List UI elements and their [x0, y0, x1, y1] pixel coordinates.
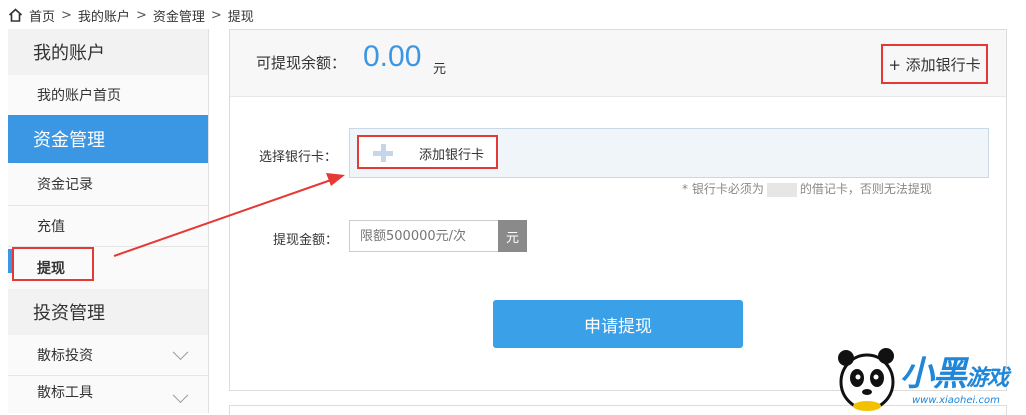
balance-bar: 可提现余额： 0.00 元 + 添加银行卡: [230, 30, 1006, 97]
breadcrumb-fund-management[interactable]: 资金管理: [153, 6, 205, 25]
breadcrumb-separator: >: [210, 7, 222, 23]
apply-withdraw-button[interactable]: 申请提现: [493, 300, 743, 348]
amount-label: 提现金额：: [273, 233, 339, 248]
balance-label: 可提现余额：: [256, 54, 347, 72]
sidebar-item-label: 散标工具: [37, 385, 93, 401]
chevron-down-icon: [172, 344, 189, 361]
breadcrumb-separator: >: [61, 7, 72, 23]
sidebar-item-loan-tools[interactable]: 散标工具: [8, 376, 208, 413]
breadcrumb-separator: >: [135, 7, 147, 23]
bank-card-selector: 添加银行卡: [349, 128, 989, 178]
watermark-text-small: 游戏: [966, 366, 1009, 391]
sidebar-item-label: 散标投资: [37, 348, 93, 364]
add-bank-card-label: 添加银行卡: [419, 148, 485, 163]
plus-icon: [373, 144, 393, 162]
amount-unit: 元: [498, 220, 527, 252]
add-bank-card-link[interactable]: + 添加银行卡: [881, 44, 988, 84]
card-note-prefix: * 银行卡必须为: [682, 182, 764, 196]
sidebar-section-fund-management[interactable]: 资金管理: [8, 115, 208, 163]
sidebar-item-fund-records[interactable]: 资金记录: [8, 163, 208, 205]
annotation-highlight-box: [12, 247, 94, 281]
sidebar-item-loan-invest[interactable]: 散标投资: [8, 335, 208, 375]
add-bank-card-button[interactable]: 添加银行卡: [357, 135, 498, 169]
card-note-suffix: 的借记卡，否则无法提现: [799, 182, 932, 196]
home-icon[interactable]: [8, 8, 23, 22]
sidebar-section-investment[interactable]: 投资管理: [8, 289, 208, 335]
breadcrumb-my-account[interactable]: 我的账户: [78, 6, 130, 25]
sidebar-item-account-home[interactable]: 我的账户首页: [8, 75, 208, 115]
breadcrumb-withdraw: 提现: [227, 9, 254, 25]
sidebar-item-recharge[interactable]: 充值: [8, 206, 208, 246]
chevron-down-icon: [172, 387, 189, 404]
redacted-mask: [766, 182, 797, 197]
panda-mascot-icon: [838, 348, 895, 411]
sidebar: 我的账户 我的账户首页 资金管理 资金记录 充值 提现 投资管理 散标投资 散标…: [8, 29, 209, 413]
balance-value: 0.00: [363, 40, 422, 73]
breadcrumb-home[interactable]: 首页: [29, 6, 55, 25]
watermark-text-big: 小黑: [900, 354, 967, 394]
card-requirement-note: * 银行卡必须为 的借记卡，否则无法提现: [682, 180, 932, 197]
watermark-text: 小黑游戏: [900, 346, 1009, 395]
watermark-logo: 小黑游戏 www.xiaohei.com: [828, 340, 1026, 413]
withdraw-amount-input[interactable]: [349, 220, 499, 252]
sidebar-section-my-account[interactable]: 我的账户: [8, 29, 208, 75]
balance-unit: 元: [433, 62, 447, 77]
select-card-label: 选择银行卡：: [259, 150, 338, 165]
breadcrumb: 首页 > 我的账户 > 资金管理 > 提现: [8, 5, 254, 25]
withdraw-panel: 可提现余额： 0.00 元 + 添加银行卡 选择银行卡： 添加银行卡 * 银行卡…: [229, 29, 1007, 391]
watermark-url: www.xiaohei.com: [912, 395, 1000, 406]
